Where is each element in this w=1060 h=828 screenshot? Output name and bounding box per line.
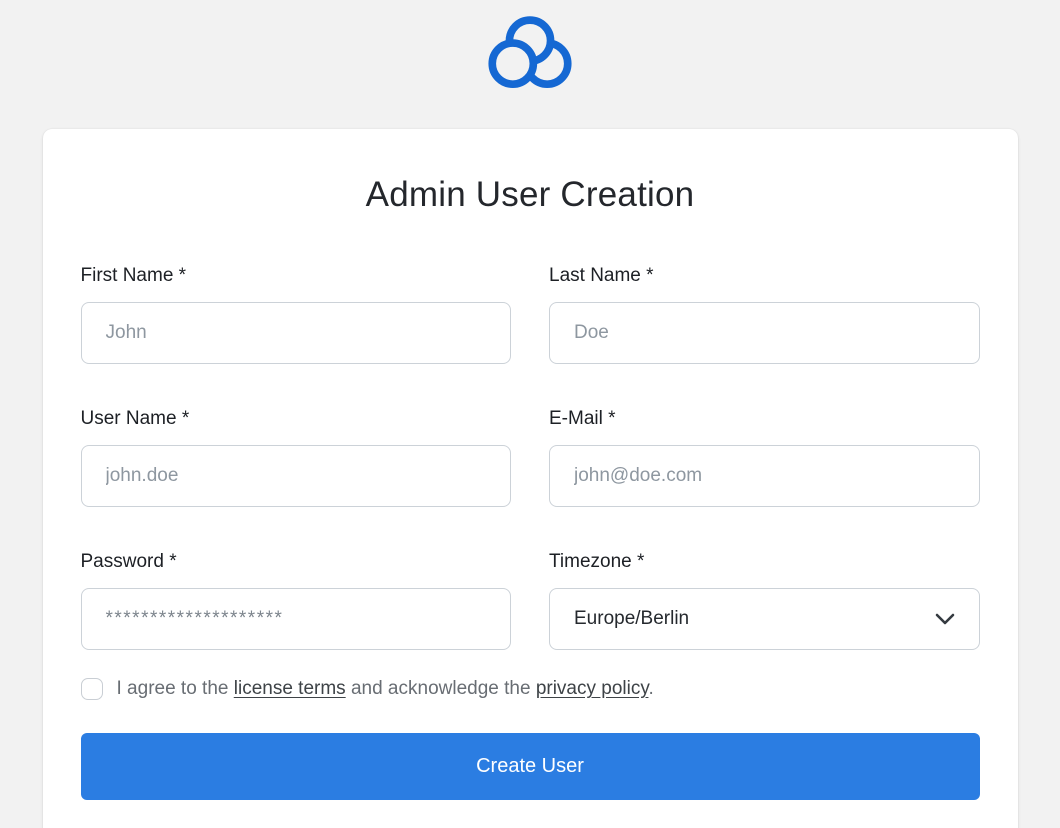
logo-container bbox=[0, 0, 1060, 98]
password-field-group: Password * bbox=[81, 551, 512, 650]
timezone-label: Timezone * bbox=[549, 551, 980, 573]
create-user-button[interactable]: Create User bbox=[81, 733, 980, 800]
page-title: Admin User Creation bbox=[81, 175, 980, 215]
agreement-text-after: . bbox=[648, 678, 653, 699]
email-field-group: E-Mail * bbox=[549, 408, 980, 507]
password-label: Password * bbox=[81, 551, 512, 573]
admin-user-creation-card: Admin User Creation First Name * Last Na… bbox=[43, 129, 1018, 828]
timezone-field-group: Timezone * Europe/Berlin bbox=[549, 551, 980, 650]
license-terms-link[interactable]: license terms bbox=[234, 678, 346, 699]
agreement-row: I agree to the license terms and acknowl… bbox=[81, 678, 980, 700]
privacy-policy-link[interactable]: privacy policy bbox=[536, 678, 649, 699]
email-label: E-Mail * bbox=[549, 408, 980, 430]
admin-user-form: First Name * Last Name * User Name * E-M… bbox=[81, 265, 980, 678]
agreement-checkbox[interactable] bbox=[81, 678, 103, 700]
timezone-selected-value: Europe/Berlin bbox=[574, 608, 689, 630]
first-name-field-group: First Name * bbox=[81, 265, 512, 364]
first-name-label: First Name * bbox=[81, 265, 512, 287]
last-name-field-group: Last Name * bbox=[549, 265, 980, 364]
agreement-text-middle: and acknowledge the bbox=[346, 678, 536, 699]
username-field-group: User Name * bbox=[81, 408, 512, 507]
agreement-text: I agree to the license terms and acknowl… bbox=[117, 678, 654, 700]
chevron-down-icon bbox=[935, 613, 955, 625]
email-input[interactable] bbox=[549, 445, 980, 507]
timezone-select[interactable]: Europe/Berlin bbox=[549, 588, 980, 650]
username-label: User Name * bbox=[81, 408, 512, 430]
cloud-logo-icon bbox=[482, 12, 578, 98]
password-input[interactable] bbox=[81, 588, 512, 650]
first-name-input[interactable] bbox=[81, 302, 512, 364]
last-name-input[interactable] bbox=[549, 302, 980, 364]
agreement-text-before: I agree to the bbox=[117, 678, 234, 699]
last-name-label: Last Name * bbox=[549, 265, 980, 287]
username-input[interactable] bbox=[81, 445, 512, 507]
